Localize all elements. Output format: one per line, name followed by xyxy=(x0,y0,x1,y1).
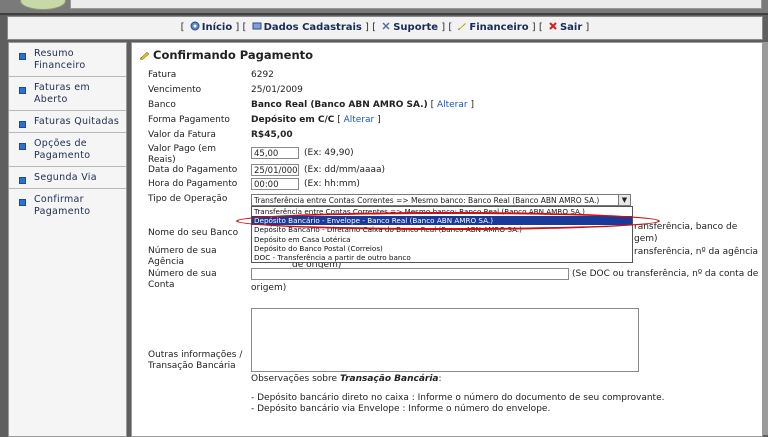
agencia-hint: ransferência, nº da agência xyxy=(634,247,759,257)
logo xyxy=(20,0,66,10)
banco-value: Banco Real (Banco ABN AMRO SA.) xyxy=(251,100,428,110)
finance-icon xyxy=(458,23,467,30)
nav-inicio[interactable]: Início xyxy=(202,22,233,33)
data-pagamento-label: Data do Pagamento xyxy=(148,165,238,175)
vencimento-label: Vencimento xyxy=(148,85,202,95)
bullet-icon xyxy=(19,121,26,128)
sidebar: Resumo Financeiro Faturas em Aberto Fatu… xyxy=(8,42,127,437)
fatura-value: 6292 xyxy=(251,70,274,80)
conta-hint-2: origem) xyxy=(251,283,287,293)
data-pagamento-hint: (Ex: dd/mm/aaaa) xyxy=(304,165,386,175)
sidebar-item-label: Faturas Quitadas xyxy=(34,116,120,127)
valor-fatura-label: Valor da Fatura xyxy=(148,130,216,140)
forma-pagamento-value: Depósito em C/C xyxy=(251,115,335,125)
observacoes-heading: Observações sobre Transação Bancária: xyxy=(251,374,442,384)
pencil-icon xyxy=(139,51,150,60)
nav-sair[interactable]: Sair xyxy=(560,22,582,33)
main-content: Confirmando Pagamento Fatura 6292 Vencim… xyxy=(131,42,763,437)
vencimento-value: 25/01/2009 xyxy=(251,85,303,95)
bullet-icon xyxy=(19,177,26,184)
valor-fatura-value: R$45,00 xyxy=(251,130,293,140)
support-icon xyxy=(382,22,390,30)
forma-pagamento-label: Forma Pagamento xyxy=(148,115,230,125)
home-icon xyxy=(190,21,200,31)
observacao-line-2: - Depósito bancário via Envelope : Infor… xyxy=(251,404,551,414)
dropdown-option[interactable]: Depósito Bancário - Diretamo Caixa do Ba… xyxy=(252,225,632,234)
tipo-operacao-select[interactable]: Transferência entre Contas Correntes => … xyxy=(251,194,631,206)
data-pagamento-input[interactable]: 25/01/000 xyxy=(251,164,299,176)
sidebar-item-label: Segunda Via xyxy=(34,172,97,183)
chevron-down-icon[interactable]: ▼ xyxy=(618,195,630,205)
nome-banco-label: Nome do seu Banco xyxy=(148,228,239,238)
nome-banco-hint: ransferência, banco de xyxy=(634,222,738,232)
conta-label: Número de sua Conta xyxy=(148,269,217,290)
bullet-icon xyxy=(19,199,26,206)
tipo-operacao-label: Tipo de Operação xyxy=(148,194,228,204)
valor-pago-input[interactable]: 45,00 xyxy=(251,147,299,159)
valor-pago-hint: (Ex: 49,90) xyxy=(304,148,354,158)
nav-financeiro[interactable]: Financeiro xyxy=(469,22,528,33)
sidebar-item-confirmar-pagamento[interactable]: Confirmar Pagamento xyxy=(9,189,126,222)
conta-input[interactable] xyxy=(251,268,569,280)
bullet-icon xyxy=(19,53,26,60)
bullet-icon xyxy=(19,143,26,150)
alterar-banco-link[interactable]: Alterar xyxy=(437,100,468,110)
dropdown-option[interactable]: Depósito em Casa Lotérica xyxy=(252,235,632,244)
outras-informacoes-textarea[interactable] xyxy=(251,308,639,372)
tipo-operacao-dropdown: Transferência entre Contas Correntes => … xyxy=(251,206,633,263)
sidebar-item-segunda-via[interactable]: Segunda Via xyxy=(9,167,126,189)
hora-pagamento-label: Hora do Pagamento xyxy=(148,179,238,189)
sidebar-item-label: Faturas em Aberto xyxy=(34,82,90,105)
bullet-icon xyxy=(19,87,26,94)
dropdown-option[interactable]: DOC - Transferência a partir de outro ba… xyxy=(252,253,632,262)
exit-icon xyxy=(549,22,557,30)
card-icon xyxy=(252,22,262,30)
nav-dados-cadastrais[interactable]: Dados Cadastrais xyxy=(264,22,362,33)
sidebar-item-opcoes-pagamento[interactable]: Opções de Pagamento xyxy=(9,133,126,167)
nav-suporte[interactable]: Suporte xyxy=(393,22,438,33)
dropdown-option-selected[interactable]: Depósito Bancário - Envelope - Banco Rea… xyxy=(252,216,632,226)
sidebar-item-faturas-quitadas[interactable]: Faturas Quitadas xyxy=(9,111,126,133)
top-header-strip xyxy=(0,0,768,15)
hora-pagamento-input[interactable]: 00:00 xyxy=(251,178,299,190)
sidebar-item-label: Opções de Pagamento xyxy=(34,138,91,161)
main-nav: [ Início ] [ Dados Cadastrais ] [ Suport… xyxy=(7,16,763,40)
hora-pagamento-hint: (Ex: hh:mm) xyxy=(304,179,360,189)
banco-value-row: Banco Real (Banco ABN AMRO SA.) [ Altera… xyxy=(251,100,474,110)
outras-informacoes-label: Outras informações / Transação Bancária xyxy=(148,350,243,371)
sidebar-item-resumo-financeiro[interactable]: Resumo Financeiro xyxy=(9,43,126,77)
page-scrollbar[interactable] xyxy=(763,42,768,435)
sidebar-item-faturas-em-aberto[interactable]: Faturas em Aberto xyxy=(9,77,126,111)
sidebar-item-label: Confirmar Pagamento xyxy=(34,194,91,217)
nome-banco-hint-2: gem) xyxy=(634,234,658,244)
header-bar xyxy=(70,0,762,9)
forma-pagamento-row: Depósito em C/C [ Alterar ] xyxy=(251,115,381,125)
dropdown-option[interactable]: Depósito do Banco Postal (Correios) xyxy=(252,244,632,253)
agencia-label: Número de sua Agência xyxy=(148,246,217,267)
banco-label: Banco xyxy=(148,100,176,110)
page-title: Confirmando Pagamento xyxy=(139,48,313,62)
alterar-forma-link[interactable]: Alterar xyxy=(344,115,375,125)
valor-pago-label: Valor Pago (em Reais) xyxy=(148,144,216,165)
observacao-line-1: - Depósito bancário direto no caixa : In… xyxy=(251,393,665,403)
fatura-label: Fatura xyxy=(148,70,177,80)
conta-hint: (Se DOC ou transferência, nº da conta de xyxy=(572,269,759,279)
sidebar-item-label: Resumo Financeiro xyxy=(34,48,86,71)
dropdown-option[interactable]: Transferência entre Contas Correntes => … xyxy=(252,207,632,216)
